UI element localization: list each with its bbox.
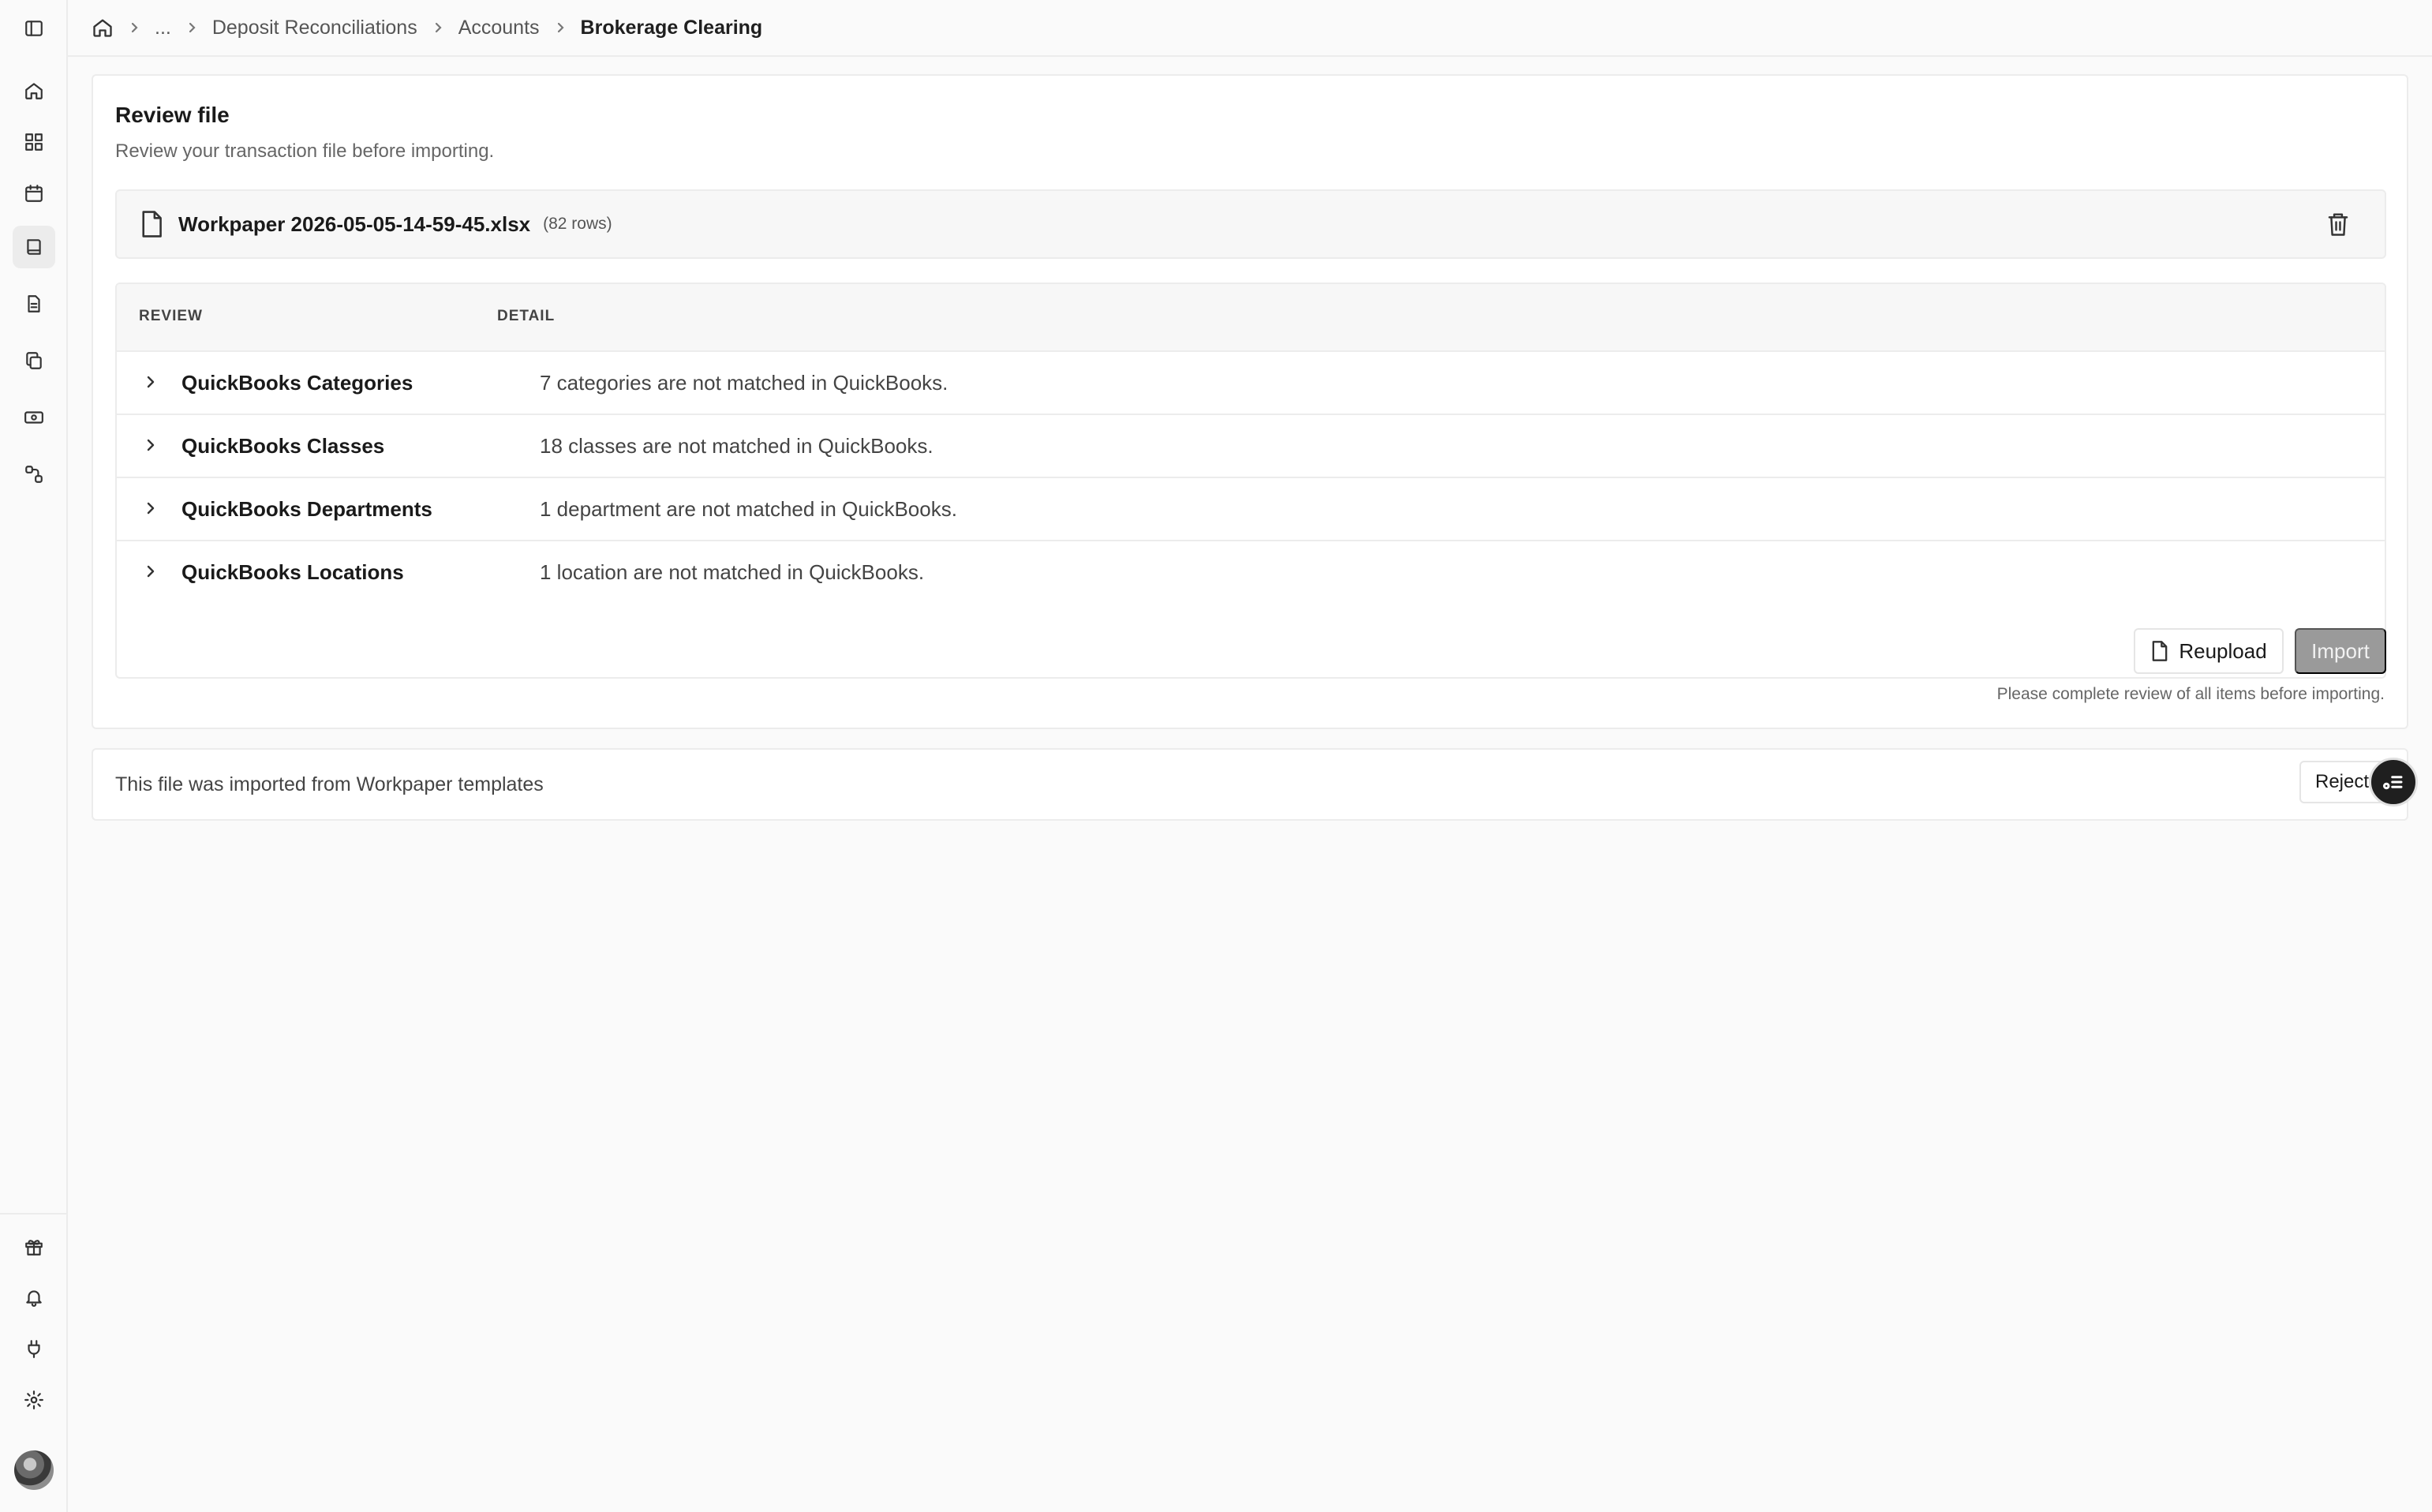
breadcrumb-ellipsis[interactable]: ...: [155, 17, 171, 39]
copy-icon[interactable]: [13, 339, 55, 382]
column-header-detail: DETAIL: [497, 308, 556, 324]
row-name: QuickBooks Categories: [181, 371, 413, 395]
chevron-right-icon[interactable]: [144, 437, 158, 453]
reupload-label: Reupload: [2179, 638, 2267, 663]
home-icon[interactable]: [13, 69, 55, 112]
review-table: REVIEW DETAIL QuickBooks Categories 7 ca…: [115, 283, 2386, 679]
chevron-right-icon[interactable]: [144, 563, 158, 579]
reupload-button[interactable]: Reupload: [2134, 628, 2284, 674]
row-name: QuickBooks Locations: [181, 560, 404, 584]
workflow-icon[interactable]: [13, 453, 55, 496]
file-icon: [139, 210, 164, 238]
row-detail: 18 classes are not matched in QuickBooks…: [540, 434, 934, 458]
gift-icon[interactable]: [13, 1226, 55, 1268]
banknote-icon[interactable]: [13, 396, 55, 439]
file-bar: Workpaper 2026-05-05-14-59-45.xlsx (82 r…: [115, 189, 2386, 259]
sidebar-toggle-icon[interactable]: [13, 7, 55, 50]
row-detail: 1 department are not matched in QuickBoo…: [540, 497, 957, 521]
sidebar: [0, 0, 68, 1512]
dashboard-icon[interactable]: [13, 121, 55, 163]
table-row-categories[interactable]: QuickBooks Categories 7 categories are n…: [117, 352, 2385, 415]
import-hint: Please complete review of all items befo…: [1996, 685, 2385, 703]
breadcrumb-home-icon[interactable]: [92, 17, 114, 39]
table-row-locations[interactable]: QuickBooks Locations 1 location are not …: [117, 541, 2385, 604]
page-subtitle: Review your transaction file before impo…: [115, 140, 495, 162]
import-button[interactable]: Import: [2295, 628, 2386, 674]
import-source-text: This file was imported from Workpaper te…: [115, 773, 544, 795]
table-row-departments[interactable]: QuickBooks Departments 1 department are …: [117, 478, 2385, 541]
bell-icon[interactable]: [13, 1276, 55, 1319]
review-file-card: Review file Review your transaction file…: [92, 74, 2408, 729]
document-icon[interactable]: [13, 283, 55, 325]
gear-icon[interactable]: [13, 1379, 55, 1421]
table-row-classes[interactable]: QuickBooks Classes 18 classes are not ma…: [117, 415, 2385, 478]
column-header-review: REVIEW: [139, 308, 203, 324]
file-name: Workpaper 2026-05-05-14-59-45.xlsx: [178, 211, 531, 236]
row-name: QuickBooks Departments: [181, 497, 432, 521]
topbar: ... Deposit Reconciliations Accounts Bro…: [68, 0, 2432, 57]
row-detail: 7 categories are not matched in QuickBoo…: [540, 371, 948, 395]
chevron-right-icon: [557, 22, 564, 33]
calendar-icon[interactable]: [13, 172, 55, 215]
chevron-right-icon[interactable]: [144, 374, 158, 390]
trash-icon[interactable]: [2326, 211, 2353, 238]
book-icon[interactable]: [13, 226, 55, 268]
avatar[interactable]: [14, 1450, 54, 1490]
breadcrumb: ... Deposit Reconciliations Accounts Bro…: [92, 17, 762, 39]
checklist-fab[interactable]: [2369, 758, 2418, 807]
row-detail: 1 location are not matched in QuickBooks…: [540, 560, 925, 584]
chevron-right-icon: [435, 22, 442, 33]
app-root: ... Deposit Reconciliations Accounts Bro…: [0, 0, 2432, 1512]
file-row-count: (82 rows): [543, 215, 612, 233]
chevron-right-icon: [131, 22, 138, 33]
table-header: REVIEW DETAIL: [117, 284, 2385, 352]
chevron-right-icon: [189, 22, 196, 33]
import-source-card: This file was imported from Workpaper te…: [92, 748, 2408, 821]
file-icon: [2153, 641, 2168, 661]
row-name: QuickBooks Classes: [181, 434, 385, 458]
breadcrumb-deposit-reconciliations[interactable]: Deposit Reconciliations: [212, 17, 417, 39]
chevron-right-icon[interactable]: [144, 500, 158, 516]
checklist-icon: [2382, 776, 2403, 790]
page-title: Review file: [115, 103, 230, 127]
plug-icon[interactable]: [13, 1327, 55, 1370]
breadcrumb-accounts[interactable]: Accounts: [458, 17, 540, 39]
breadcrumb-current: Brokerage Clearing: [580, 16, 763, 39]
sidebar-divider: [0, 1213, 68, 1214]
